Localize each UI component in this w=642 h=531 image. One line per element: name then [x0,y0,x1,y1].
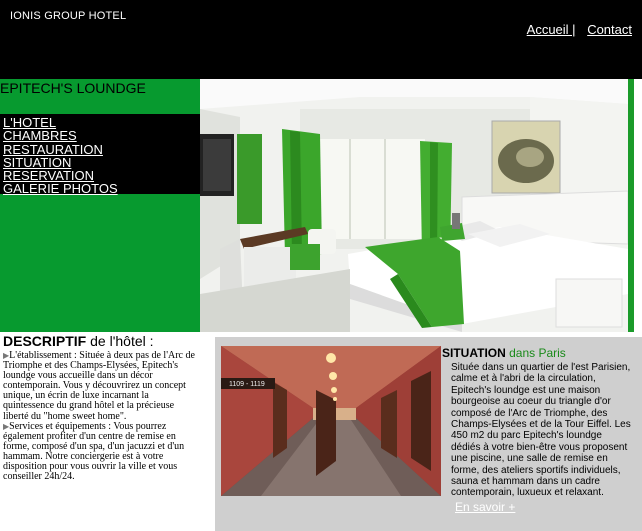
menu-item-hotel[interactable]: L'HOTEL [0,116,200,130]
hero-bedroom-image [200,79,628,332]
corridor-image: 1109 - 1119 [221,346,441,496]
descriptif-item-text: Services et équipements : Vous pourrez é… [3,420,185,483]
top-nav: Accueil | Contact [527,22,632,37]
descriptif-section: DESCRIPTIF de l'hôtel : ▶L'établissement… [3,334,199,482]
descriptif-item: ▶Services et équipements : Vous pourrez … [3,420,199,483]
room-number-sign: 1109 - 1119 [229,381,265,388]
sidebar-menu: L'HOTEL CHAMBRES RESTAURATION SITUATION … [0,114,200,196]
descriptif-item: ▶L'établissement : Située à deux pas de … [3,350,199,422]
situation-title-bold: SITUATION [442,346,506,360]
menu-item-reservation[interactable]: RESERVATION [0,169,200,183]
top-header: IONIS GROUP HOTEL Accueil | Contact [0,0,642,79]
nav-contact-link[interactable]: Contact [587,22,632,37]
situation-title-rest: dans Paris [505,346,566,360]
descriptif-item-text: L'établissement : Située à deux pas de l… [3,350,195,422]
situation-title: SITUATION dans Paris [442,347,634,360]
descriptif-title-rest: de l'hôtel : [86,333,154,349]
situation-section: SITUATION dans Paris Située dans un quar… [442,347,634,499]
situation-text: Située dans un quartier de l'est Parisie… [451,362,631,499]
hero-green-edge [628,79,634,332]
menu-item-galerie-photos[interactable]: GALERIE PHOTOS [0,182,200,196]
menu-item-chambres[interactable]: CHAMBRES [0,129,200,143]
menu-item-restauration[interactable]: RESTAURATION [0,142,200,156]
descriptif-title: DESCRIPTIF de l'hôtel : [3,334,199,349]
en-savoir-plus-link[interactable]: En savoir + [455,500,515,514]
menu-item-situation[interactable]: SITUATION [0,156,200,170]
nav-accueil-link[interactable]: Accueil | [527,22,576,37]
descriptif-title-bold: DESCRIPTIF [3,333,87,349]
site-title: IONIS GROUP HOTEL [10,10,127,22]
hotel-name: EPITECH'S LOUNDGE [0,80,146,96]
